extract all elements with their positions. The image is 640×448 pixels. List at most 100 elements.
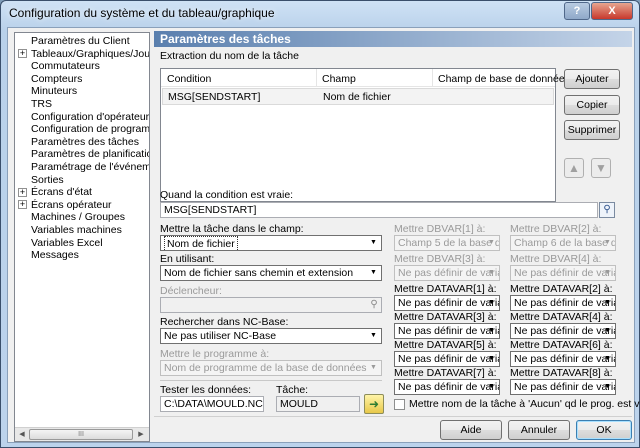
empty-task-checkbox-label[interactable]: Mettre nom de la tâche à 'Aucun' qd le p… — [409, 398, 640, 410]
client-area: Paramètres du Client + Tableaux/Graphiques… — [7, 27, 640, 443]
row-condition-cell: MSG[SENDSTART] — [168, 91, 261, 103]
move-up-icon[interactable]: ▲ — [564, 158, 584, 178]
help-button[interactable]: Aide — [440, 420, 502, 440]
add-button[interactable]: Ajouter — [564, 69, 620, 89]
delete-button[interactable]: Supprimer — [564, 120, 620, 140]
var-select[interactable]: Ne pas définir de variab ▼ — [510, 323, 616, 339]
using-select[interactable]: Nom de fichier sans chemin et extension ▼ — [160, 265, 382, 281]
tree-expand-icon[interactable]: + — [18, 200, 27, 210]
help-title-button[interactable]: ? — [564, 2, 590, 20]
var-label: Mettre DBVAR[1] à: — [394, 223, 486, 235]
var-select[interactable]: Ne pas définir de variab ▼ — [394, 351, 500, 367]
program-value: Nom de programme de la base de données — [164, 362, 367, 374]
var-label: Mettre DATAVAR[7] à: — [394, 367, 497, 379]
dropdown-icon: ▼ — [370, 364, 377, 371]
tree-item[interactable]: Commutateurs — [31, 60, 100, 72]
var-select[interactable]: Ne pas définir de variab ▼ — [510, 351, 616, 367]
tree-item[interactable]: Paramètres de planification — [31, 148, 149, 160]
var-select: Champ 5 de la base de ▼ — [394, 235, 500, 251]
tree-horizontal-scrollbar[interactable]: ◀ III ▶ — [15, 427, 149, 441]
column-header-db-field[interactable]: Champ de base de données — [438, 73, 570, 85]
panel-subtitle: Extraction du nom de la tâche — [160, 50, 299, 62]
condition-table[interactable]: Condition Champ Champ de base de données… — [160, 68, 570, 202]
dropdown-icon: ▼ — [604, 383, 611, 390]
title-bar[interactable]: Configuration du système et du tableau/g… — [1, 1, 639, 27]
var-select: Ne pas définir de variab ▼ — [394, 265, 500, 281]
tree-item[interactable]: Paramètres des tâches — [31, 136, 139, 148]
var-select[interactable]: Ne pas définir de variab ▼ — [394, 323, 500, 339]
tree-item[interactable]: Écrans opérateur — [31, 199, 112, 211]
scroll-right-icon[interactable]: ▶ — [135, 429, 147, 440]
column-header-field[interactable]: Champ — [322, 73, 356, 85]
tree-item[interactable]: Variables machines — [31, 224, 122, 236]
var-label: Mettre DBVAR[2] à: — [510, 223, 602, 235]
var-label: Mettre DATAVAR[2] à: — [510, 283, 613, 295]
dropdown-icon: ▼ — [488, 299, 495, 306]
dropdown-icon: ▼ — [370, 269, 377, 276]
copy-button[interactable]: Copier — [564, 95, 620, 115]
condition-input[interactable]: MSG[SENDSTART] — [160, 202, 598, 218]
search-ncbase-value: Ne pas utiliser NC-Base — [164, 330, 277, 342]
tree-item[interactable]: Variables Excel — [31, 237, 103, 249]
close-title-button[interactable]: X — [591, 2, 633, 20]
trigger-search-icon: ⚲ — [370, 299, 378, 310]
tree-expand-icon[interactable]: + — [18, 49, 27, 59]
scroll-left-icon[interactable]: ◀ — [16, 429, 28, 440]
var-label: Mettre DATAVAR[5] à: — [394, 339, 497, 351]
table-row[interactable]: MSG[SENDSTART] Nom de fichier — [162, 88, 554, 105]
var-label: Mettre DATAVAR[3] à: — [394, 311, 497, 323]
tree-item[interactable]: Machines / Groupes — [31, 211, 125, 223]
category-tree[interactable]: Paramètres du Client + Tableaux/Graphiques… — [14, 32, 150, 442]
tree-item[interactable]: Paramètres du Client — [31, 35, 130, 47]
column-header-condition[interactable]: Condition — [167, 73, 211, 85]
separator — [160, 380, 382, 381]
cancel-button[interactable]: Annuler — [508, 420, 570, 440]
dropdown-icon: ▼ — [370, 332, 377, 339]
tree-item[interactable]: Sorties — [31, 174, 64, 186]
tree-item[interactable]: TRS — [31, 98, 52, 110]
tree-item[interactable]: Minuteurs — [31, 85, 77, 97]
row-field-cell: Nom de fichier — [323, 91, 391, 103]
condition-search-icon[interactable]: ⚲ — [599, 202, 615, 218]
var-select[interactable]: Ne pas définir de variab ▼ — [510, 295, 616, 311]
empty-task-checkbox[interactable] — [394, 399, 405, 410]
dropdown-icon: ▼ — [488, 355, 495, 362]
tree-expand-icon[interactable]: + — [18, 187, 27, 197]
tree-item[interactable]: Messages — [31, 249, 79, 261]
var-select[interactable]: Ne pas définir de variab ▼ — [510, 379, 616, 395]
tree-item[interactable]: Écrans d'état — [31, 186, 92, 198]
dropdown-icon: ▼ — [370, 239, 377, 246]
dialog-window: Configuration du système et du tableau/g… — [0, 0, 640, 448]
dropdown-icon: ▼ — [488, 239, 495, 246]
move-down-icon[interactable]: ▼ — [591, 158, 611, 178]
ok-button[interactable]: OK — [576, 420, 632, 440]
tree-item[interactable]: Paramétrage de l'événement — [31, 161, 149, 173]
var-select[interactable]: Ne pas définir de variab ▼ — [394, 295, 500, 311]
dropdown-icon: ▼ — [604, 355, 611, 362]
var-label: Mettre DATAVAR[4] à: — [510, 311, 613, 323]
put-task-select[interactable]: Nom de fichier ▼ — [160, 235, 382, 251]
var-select: Ne pas définir de variab ▼ — [510, 265, 616, 281]
trigger-input — [160, 297, 382, 313]
tree-item[interactable]: Tableaux/Graphiques/Journa — [31, 48, 149, 60]
tree-item[interactable]: Compteurs — [31, 73, 82, 85]
window-title: Configuration du système et du tableau/g… — [9, 6, 275, 20]
var-select[interactable]: Ne pas définir de variab ▼ — [394, 379, 500, 395]
run-test-icon[interactable]: ➜ — [364, 394, 384, 414]
scroll-thumb[interactable]: III — [29, 429, 133, 440]
task-output: MOULD — [276, 396, 360, 412]
task-label: Tâche: — [276, 384, 309, 396]
var-label: Mettre DBVAR[3] à: — [394, 253, 486, 265]
search-ncbase-label: Rechercher dans NC-Base: — [160, 316, 289, 328]
using-label: En utilisant: — [160, 253, 215, 265]
test-data-label: Tester les données: — [160, 384, 252, 396]
search-ncbase-select[interactable]: Ne pas utiliser NC-Base ▼ — [160, 328, 382, 344]
table-header: Condition Champ Champ de base de données — [161, 69, 570, 87]
dropdown-icon: ▼ — [488, 327, 495, 334]
var-label: Mettre DATAVAR[8] à: — [510, 367, 613, 379]
tree-item[interactable]: Configuration d'opérateur — [31, 111, 149, 123]
program-label: Mettre le programme à: — [160, 348, 270, 360]
test-data-input[interactable]: C:\DATA\MOULD.NC — [160, 396, 264, 412]
tree-item[interactable]: Configuration de programme — [31, 123, 149, 135]
put-task-value: Nom de fichier — [164, 236, 238, 250]
